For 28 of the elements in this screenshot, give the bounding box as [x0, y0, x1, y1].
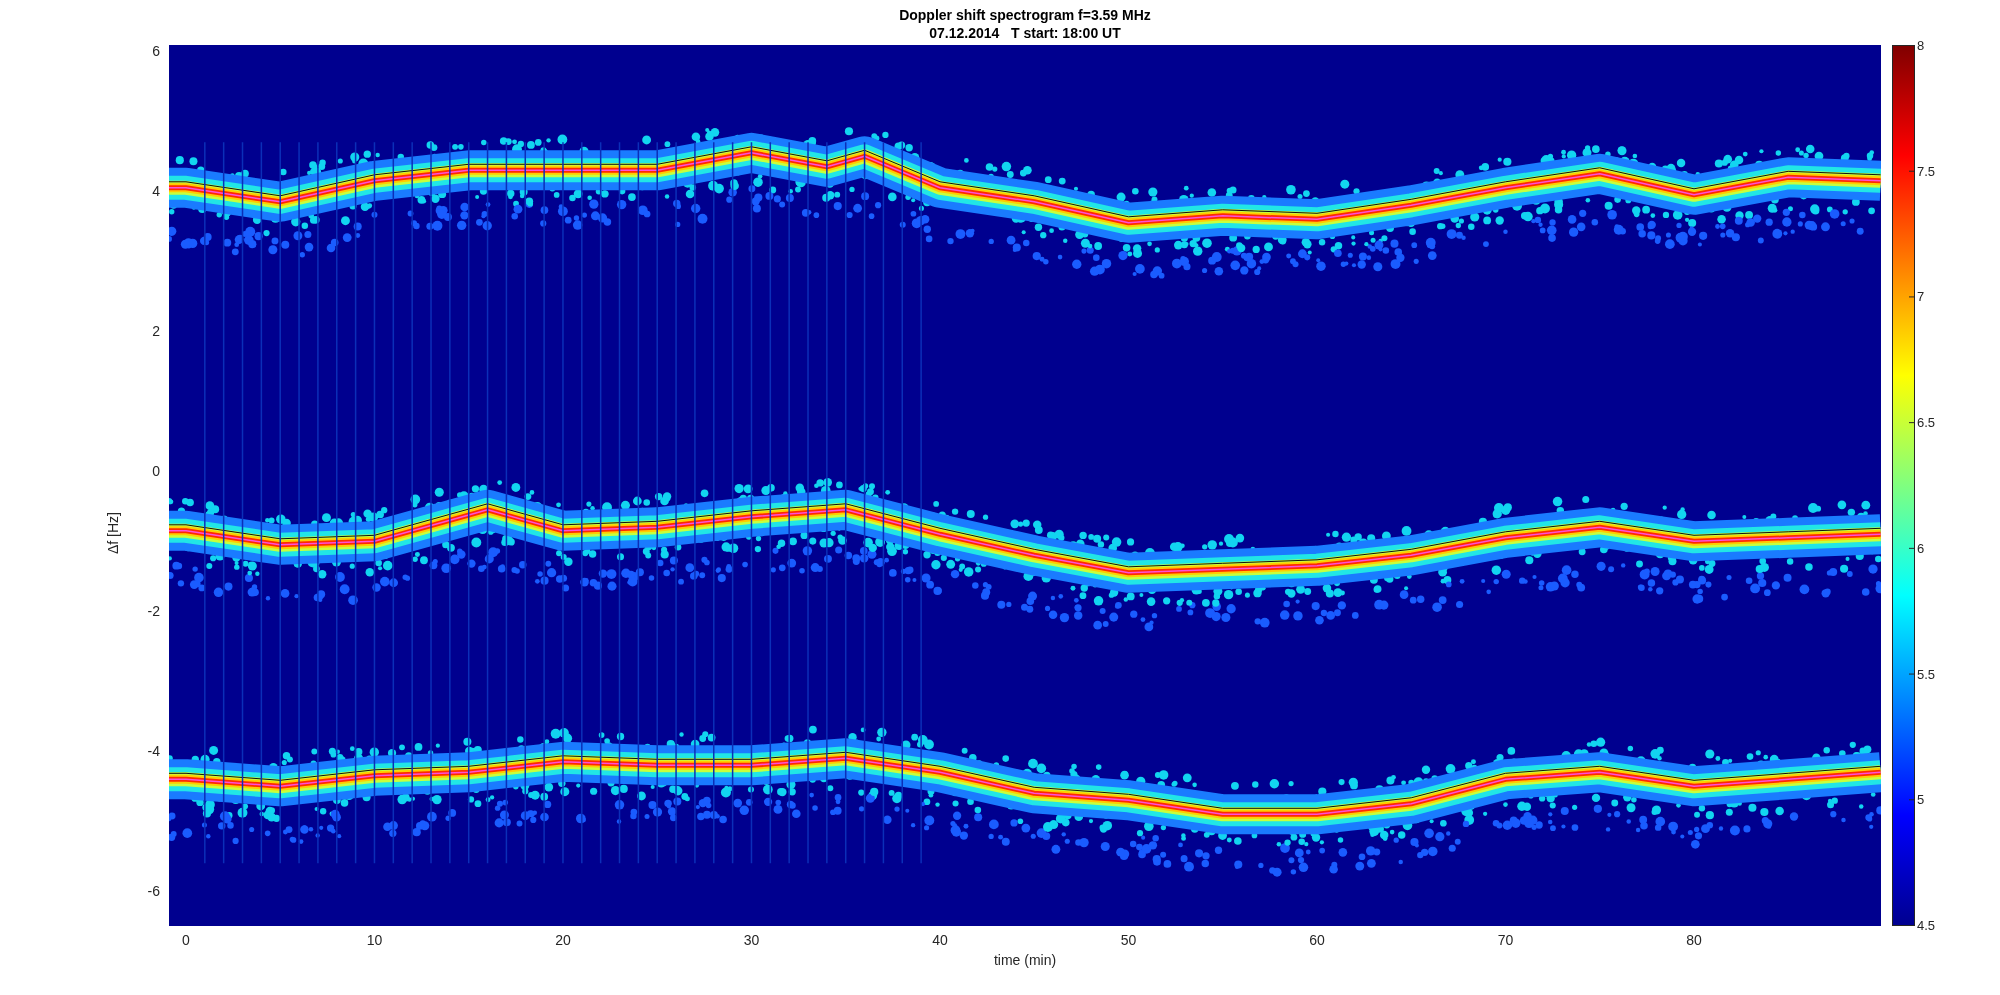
- tick-label: 50: [1120, 932, 1137, 948]
- tick-label: 20: [555, 932, 571, 948]
- tick-label: 0: [182, 932, 190, 948]
- plot-title: Doppler shift spectrogram f=3.59 MHz: [899, 6, 1151, 24]
- tick-label: 6.5: [1917, 414, 1936, 430]
- tick-label: 4.5: [1917, 917, 1936, 933]
- tick-label: 5: [1917, 791, 1925, 807]
- tick-label: 80: [1686, 932, 1702, 948]
- tick-label: 30: [743, 932, 760, 948]
- tick-label: -4: [147, 743, 160, 760]
- axis-label: Δf [Hz]: [105, 512, 121, 554]
- tick-label: -6: [147, 883, 160, 900]
- tick-label: 70: [1497, 932, 1514, 948]
- tick-label: 7: [1917, 288, 1925, 304]
- tick-label: 40: [932, 932, 948, 948]
- tick-label: 4: [152, 183, 160, 200]
- tick-label: 8: [1917, 37, 1925, 53]
- tick-label: 6: [1917, 540, 1925, 556]
- tick-label: 10: [366, 932, 383, 948]
- tick-label: 6: [152, 43, 160, 60]
- tick-label: 7.5: [1917, 163, 1936, 179]
- tick-label: 60: [1309, 932, 1325, 948]
- tick-label: 5.5: [1917, 666, 1936, 682]
- tick-label: -2: [147, 603, 160, 620]
- axis-label: time (min): [993, 952, 1057, 968]
- tick-label: 0: [152, 463, 160, 480]
- plot-title: 07.12.2014 T start: 18:00 UT: [929, 24, 1121, 42]
- tick-label: 2: [152, 323, 160, 340]
